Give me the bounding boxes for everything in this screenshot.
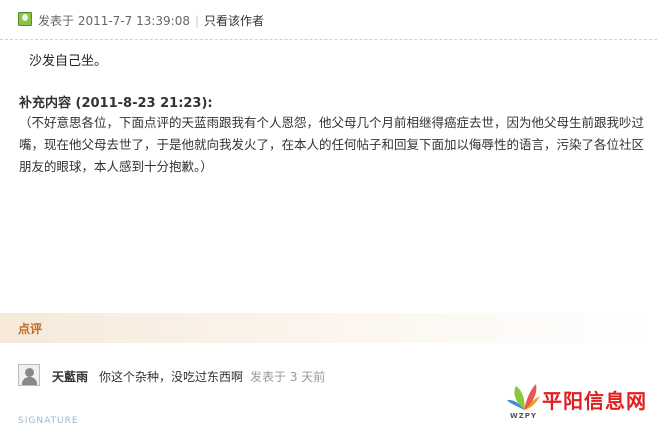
comment-section-header: 点评 [0,313,657,343]
author-only-link[interactable]: 只看该作者 [204,14,264,28]
leaf-logo-icon [507,384,540,410]
comment-section-title: 点评 [18,322,43,336]
supplement-text: （不好意思各位，下面点评的天蓝雨跟我有个人恩怨，他父母几个月前相继得癌症去世，因… [19,115,645,174]
post-date: 发表于 2011-7-7 13:39:08 [38,14,190,28]
post-meta: 发表于 2011-7-7 13:39:08 | 只看该作者 [38,12,264,29]
post-content: 沙发自己坐。 [29,54,108,69]
watermark-site-name: 平阳信息网 [542,389,647,413]
supplement-title: 补充内容 (2011-8-23 21:23): [19,96,213,111]
site-watermark: WZPY 平阳信息网 [506,378,654,424]
comment-text: 你这个杂种，没吃过东西啊 [99,370,244,384]
signature-label: SIGNATURE [18,416,79,425]
user-online-icon [18,12,32,26]
meta-separator: | [195,14,200,28]
post-header: 发表于 2011-7-7 13:39:08 | 只看该作者 [0,0,657,40]
default-avatar-icon[interactable] [18,364,40,386]
comment-author-link[interactable]: 天藍雨 [52,368,88,385]
watermark-abbr: WZPY [510,412,537,420]
comment-time: 发表于 3 天前 [250,370,326,384]
